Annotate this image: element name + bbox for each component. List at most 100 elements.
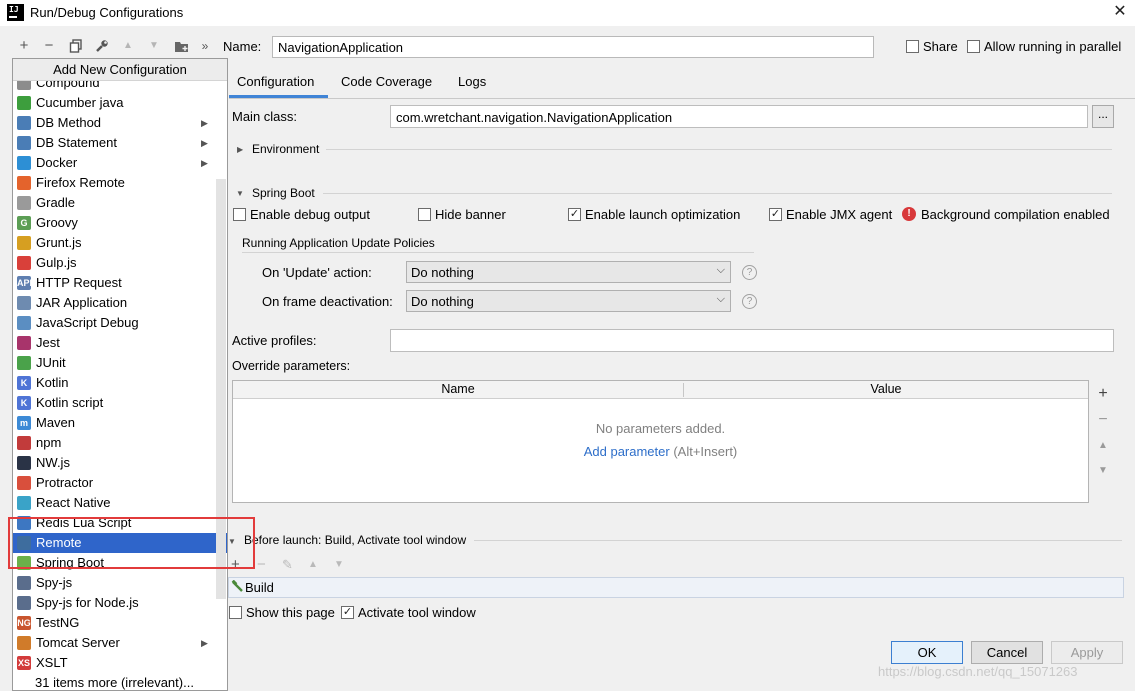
- intellij-logo-icon: IJ: [7, 4, 24, 21]
- list-item[interactable]: Docker ▶: [13, 153, 227, 173]
- list-item-label: NW.js: [36, 455, 70, 470]
- name-input[interactable]: NavigationApplication: [272, 36, 874, 58]
- list-item[interactable]: Gradle: [13, 193, 227, 213]
- list-item[interactable]: G Groovy: [13, 213, 227, 233]
- double-chevron-right-icon[interactable]: »: [196, 37, 214, 55]
- build-task-row[interactable]: Build: [228, 577, 1124, 598]
- list-item[interactable]: K Kotlin: [13, 373, 227, 393]
- list-item[interactable]: JAR Application: [13, 293, 227, 313]
- list-item[interactable]: Firefox Remote: [13, 173, 227, 193]
- allow-parallel-label: Allow running in parallel: [984, 39, 1122, 54]
- help-icon[interactable]: ?: [742, 294, 757, 309]
- remove-task-minus-icon[interactable]: −: [257, 556, 266, 573]
- list-item-label: 31 items more (irrelevant)...: [35, 675, 194, 690]
- list-item-label: JUnit: [36, 355, 66, 370]
- list-item[interactable]: Spy-js for Node.js: [13, 593, 227, 613]
- list-item[interactable]: 31 items more (irrelevant)...: [13, 673, 227, 690]
- list-item[interactable]: Cucumber java: [13, 93, 227, 113]
- remove-row-minus-icon[interactable]: −: [1096, 412, 1110, 428]
- docker-icon: [17, 156, 31, 170]
- list-item[interactable]: Protractor: [13, 473, 227, 493]
- plus-icon[interactable]: +: [15, 37, 33, 55]
- copy-icon[interactable]: [67, 37, 85, 55]
- on-frame-dropdown[interactable]: Do nothing ⌵: [406, 290, 731, 312]
- list-item[interactable]: NW.js: [13, 453, 227, 473]
- firefox-icon: [17, 176, 31, 190]
- list-item[interactable]: m Maven: [13, 413, 227, 433]
- move-task-down-icon[interactable]: ▼: [334, 559, 344, 570]
- on-update-value: Do nothing: [411, 265, 474, 280]
- list-item[interactable]: XS XSLT: [13, 653, 227, 673]
- spring-boot-collapse-icon[interactable]: ▼: [236, 189, 244, 198]
- section-divider: [323, 193, 1112, 194]
- move-down-arrow-icon[interactable]: ▼: [1096, 463, 1110, 479]
- column-header-name[interactable]: Name: [233, 382, 683, 396]
- enable-launch-optimization-checkbox[interactable]: ✓: [568, 208, 581, 221]
- before-launch-section[interactable]: Before launch: Build, Activate tool wind…: [244, 533, 466, 547]
- environment-expand-icon[interactable]: ▶: [237, 145, 243, 154]
- enable-jmx-agent-checkbox[interactable]: ✓: [769, 208, 782, 221]
- list-item[interactable]: npm: [13, 433, 227, 453]
- list-item-label: Kotlin script: [36, 395, 104, 410]
- cancel-button[interactable]: Cancel: [971, 641, 1043, 664]
- list-item[interactable]: JavaScript Debug: [13, 313, 227, 333]
- share-checkbox[interactable]: [906, 40, 919, 53]
- list-item-label: XSLT: [36, 655, 68, 670]
- on-update-dropdown[interactable]: Do nothing ⌵: [406, 261, 731, 283]
- submenu-arrow-icon: ▶: [201, 158, 208, 168]
- edit-task-pencil-icon[interactable]: ✎: [282, 557, 293, 573]
- add-parameter-link[interactable]: Add parameter: [584, 444, 670, 459]
- help-icon[interactable]: ?: [742, 265, 757, 280]
- list-item[interactable]: API HTTP Request: [13, 273, 227, 293]
- move-up-arrow-icon[interactable]: ▲: [1096, 438, 1110, 454]
- list-item[interactable]: Grunt.js: [13, 233, 227, 253]
- close-icon[interactable]: ✕: [1108, 1, 1132, 23]
- name-label: Name:: [223, 39, 262, 54]
- list-item[interactable]: Gulp.js: [13, 253, 227, 273]
- activate-tool-window-checkbox[interactable]: ✓: [341, 606, 354, 619]
- arrow-up-icon[interactable]: ▲: [119, 37, 137, 55]
- hide-banner-checkbox[interactable]: [418, 208, 431, 221]
- hammer-icon: [231, 579, 245, 597]
- nwjs-icon: [17, 456, 31, 470]
- add-row-plus-icon[interactable]: +: [1096, 386, 1110, 402]
- active-profiles-input[interactable]: [390, 329, 1114, 352]
- list-item[interactable]: Tomcat Server ▶: [13, 633, 227, 653]
- list-item[interactable]: Jest: [13, 333, 227, 353]
- list-item[interactable]: Spy-js: [13, 573, 227, 593]
- list-item[interactable]: K Kotlin script: [13, 393, 227, 413]
- spring-boot-section[interactable]: Spring Boot: [252, 186, 315, 200]
- tab-logs[interactable]: Logs: [458, 74, 486, 98]
- maven-icon: m: [17, 416, 31, 430]
- environment-section[interactable]: Environment: [252, 142, 319, 156]
- apply-button[interactable]: Apply: [1051, 641, 1123, 664]
- list-item-label: Tomcat Server: [36, 635, 120, 650]
- column-header-value[interactable]: Value: [684, 382, 1088, 396]
- move-task-up-icon[interactable]: ▲: [308, 559, 318, 570]
- wrench-icon[interactable]: [93, 37, 111, 55]
- list-item[interactable]: NG TestNG: [13, 613, 227, 633]
- gulp-icon: [17, 256, 31, 270]
- arrow-down-icon[interactable]: ▼: [145, 37, 163, 55]
- list-item-label: Firefox Remote: [36, 175, 125, 190]
- tab-code-coverage[interactable]: Code Coverage: [341, 74, 432, 98]
- browse-button[interactable]: ...: [1092, 105, 1114, 128]
- chevron-down-icon: ⌵: [716, 293, 725, 305]
- allow-parallel-checkbox[interactable]: [967, 40, 980, 53]
- minus-icon[interactable]: −: [40, 37, 58, 55]
- section-divider: [474, 540, 1122, 541]
- main-class-input[interactable]: com.wretchant.navigation.NavigationAppli…: [390, 105, 1088, 128]
- submenu-arrow-icon: ▶: [201, 118, 208, 128]
- override-parameters-table: Name Value No parameters added. Add para…: [232, 380, 1089, 503]
- list-item[interactable]: DB Statement ▶: [13, 133, 227, 153]
- list-item-label: Kotlin: [36, 375, 69, 390]
- list-item-label: HTTP Request: [36, 275, 122, 290]
- folder-plus-icon[interactable]: [172, 37, 190, 55]
- list-item[interactable]: React Native: [13, 493, 227, 513]
- show-this-page-checkbox[interactable]: [229, 606, 242, 619]
- enable-debug-output-checkbox[interactable]: [233, 208, 246, 221]
- list-item[interactable]: JUnit: [13, 353, 227, 373]
- ok-button[interactable]: OK: [891, 641, 963, 664]
- list-item-label: Gradle: [36, 195, 76, 210]
- list-item[interactable]: DB Method ▶: [13, 113, 227, 133]
